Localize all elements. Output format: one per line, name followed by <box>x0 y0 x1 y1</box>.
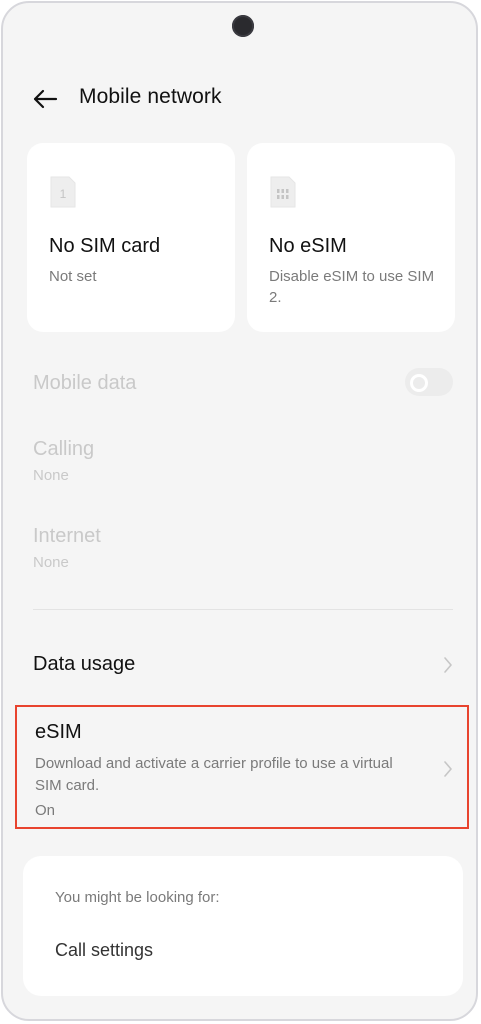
suggestions-heading: You might be looking for: <box>55 889 220 906</box>
data-usage-label: Data usage <box>33 653 136 675</box>
sim-1-icon: 1 <box>50 176 76 208</box>
mobile-data-toggle[interactable] <box>405 368 453 396</box>
internet-value: None <box>33 554 69 571</box>
app-bar: Mobile network <box>3 73 476 125</box>
back-button[interactable] <box>25 83 65 115</box>
chevron-right-icon <box>444 657 452 673</box>
sim-card-title: No SIM card <box>49 235 161 257</box>
page-title: Mobile network <box>79 85 222 108</box>
sim-card-subtitle: Not set <box>49 268 97 285</box>
toggle-knob <box>410 374 428 392</box>
calling-value: None <box>33 467 69 484</box>
mobile-data-row: Mobile data <box>33 368 453 402</box>
esim-icon <box>270 176 296 208</box>
esim-row[interactable]: eSIM Download and activate a carrier pro… <box>15 705 469 829</box>
esim-status: On <box>35 802 56 819</box>
calling-label: Calling <box>33 438 95 460</box>
data-usage-row[interactable]: Data usage <box>3 639 476 691</box>
esim-label: eSIM <box>35 721 82 743</box>
esim-card[interactable]: No eSIM Disable eSIM to use SIM 2. <box>247 143 455 332</box>
internet-label: Internet <box>33 525 101 547</box>
sim-card-slot-1[interactable]: 1 No SIM card Not set <box>27 143 235 332</box>
svg-text:1: 1 <box>60 187 67 201</box>
call-settings-link[interactable]: Call settings <box>55 940 153 961</box>
back-arrow-icon <box>33 89 58 109</box>
esim-card-title: No eSIM <box>269 235 347 257</box>
mobile-data-label: Mobile data <box>33 372 137 394</box>
internet-row: Internet None <box>33 525 453 571</box>
esim-card-subtitle: Disable eSIM to use SIM 2. <box>269 268 435 306</box>
calling-row: Calling None <box>33 438 453 484</box>
front-camera <box>232 15 254 37</box>
esim-description: Download and activate a carrier profile … <box>35 755 393 794</box>
chevron-right-icon <box>444 761 452 777</box>
section-divider <box>33 609 453 610</box>
suggestions-card: You might be looking for: Call settings <box>23 856 463 996</box>
phone-screen: Mobile network 1 No SIM card Not set No … <box>1 1 478 1021</box>
